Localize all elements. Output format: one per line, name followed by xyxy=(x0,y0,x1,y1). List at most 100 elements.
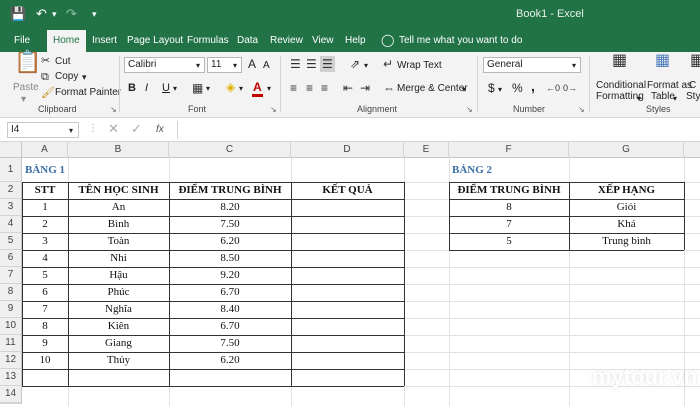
align-left-icon[interactable]: ≡ xyxy=(290,82,297,94)
conditional-formatting-dropdown-icon[interactable]: ▾ xyxy=(637,93,641,105)
table-cell[interactable]: 7 xyxy=(22,301,68,318)
font-size-dropdown-icon[interactable]: ▾ xyxy=(233,60,237,72)
table-cell[interactable]: 6.20 xyxy=(169,352,291,369)
column-header[interactable]: E xyxy=(404,142,449,158)
row-header[interactable]: 3 xyxy=(0,199,22,216)
table-cell[interactable]: 9 xyxy=(22,335,68,352)
table-cell[interactable]: 6 xyxy=(22,284,68,301)
merge-dropdown-icon[interactable]: ▾ xyxy=(462,84,466,96)
redo-icon[interactable]: ↷ xyxy=(66,6,77,22)
tab-file[interactable]: File xyxy=(14,34,30,48)
row-header[interactable]: 11 xyxy=(0,335,22,352)
column-header[interactable] xyxy=(684,142,700,158)
table-cell[interactable]: Bình xyxy=(68,216,169,233)
tab-home[interactable]: Home xyxy=(47,30,86,52)
borders-icon[interactable]: ▦ xyxy=(192,82,203,94)
comma-button[interactable]: , xyxy=(531,79,535,93)
bottom-align-icon[interactable]: ☰ xyxy=(320,56,335,72)
table1-header-name[interactable]: TÊN HỌC SINH xyxy=(68,182,169,199)
row-header[interactable]: 8 xyxy=(0,284,22,301)
table-cell[interactable]: 1 xyxy=(22,199,68,216)
table-cell[interactable]: 8.20 xyxy=(169,199,291,216)
table-cell[interactable]: 8 xyxy=(449,199,569,216)
row-header[interactable]: 7 xyxy=(0,267,22,284)
tab-view[interactable]: View xyxy=(312,34,334,48)
increase-indent-icon[interactable]: ⇥ xyxy=(360,82,370,94)
table-cell[interactable]: 6.70 xyxy=(169,318,291,335)
table-cell[interactable]: 6.70 xyxy=(169,284,291,301)
percent-button[interactable]: % xyxy=(512,82,523,94)
align-right-icon[interactable]: ≡ xyxy=(321,82,328,94)
cancel-icon[interactable]: ✕ xyxy=(108,122,119,135)
row-header[interactable]: 10 xyxy=(0,318,22,335)
font-color-dropdown-icon[interactable]: ▾ xyxy=(267,83,271,95)
align-center-icon[interactable]: ≡ xyxy=(306,82,313,94)
top-align-icon[interactable]: ☰ xyxy=(290,58,301,70)
table-cell[interactable]: 8 xyxy=(22,318,68,335)
column-header[interactable]: D xyxy=(291,142,404,158)
table-cell[interactable]: 7.50 xyxy=(169,216,291,233)
font-name-dropdown-icon[interactable]: ▾ xyxy=(196,60,200,72)
orientation-icon[interactable]: ⇗ xyxy=(350,58,360,70)
column-header[interactable]: F xyxy=(449,142,569,158)
undo-icon[interactable]: ↶ xyxy=(36,6,47,22)
name-box-dropdown-icon[interactable]: ▾ xyxy=(69,125,73,137)
table-cell[interactable]: 8.50 xyxy=(169,250,291,267)
table-cell[interactable]: 8.40 xyxy=(169,301,291,318)
row-header[interactable]: 4 xyxy=(0,216,22,233)
table-cell[interactable]: 6.20 xyxy=(169,233,291,250)
table-cell[interactable]: Nghĩa xyxy=(68,301,169,318)
table-cell[interactable]: Phúc xyxy=(68,284,169,301)
table-cell[interactable]: 3 xyxy=(22,233,68,250)
table1-header-score[interactable]: ĐIỂM TRUNG BÌNH xyxy=(169,182,291,199)
column-header[interactable]: C xyxy=(169,142,291,158)
tab-review[interactable]: Review xyxy=(270,34,303,48)
paste-icon[interactable]: 📋 xyxy=(14,51,41,73)
table-cell[interactable]: 5 xyxy=(22,267,68,284)
row-header[interactable]: 1 xyxy=(0,158,22,182)
table-cell[interactable]: Kiên xyxy=(68,318,169,335)
table1-header-stt[interactable]: STT xyxy=(22,182,68,199)
tell-me-input[interactable]: Tell me what you want to do xyxy=(399,34,522,48)
table1-header-result[interactable]: KẾT QUẢ xyxy=(291,182,404,199)
formula-input[interactable] xyxy=(177,121,700,139)
table-cell[interactable]: Trung bình xyxy=(569,233,684,250)
number-format-select[interactable]: General xyxy=(483,57,581,73)
tab-formulas[interactable]: Formulas xyxy=(187,34,229,48)
italic-button[interactable]: I xyxy=(145,82,148,94)
table-cell[interactable]: Toàn xyxy=(68,233,169,250)
shrink-font-button[interactable]: A xyxy=(263,60,270,72)
tab-page-layout[interactable]: Page Layout xyxy=(127,34,183,48)
column-header[interactable]: B xyxy=(68,142,169,158)
underline-button[interactable]: U xyxy=(162,82,170,94)
table-cell[interactable]: Giỏi xyxy=(569,199,684,216)
table-cell[interactable]: Khá xyxy=(569,216,684,233)
table-cell[interactable]: Thủy xyxy=(68,352,169,369)
save-icon[interactable]: 💾 xyxy=(10,6,26,22)
decrease-decimal-icon[interactable]: 0→ xyxy=(563,82,577,94)
merge-center-button[interactable]: Merge & Center xyxy=(397,83,468,95)
wrap-text-button[interactable]: Wrap Text xyxy=(397,60,442,72)
table-cell[interactable]: Hậu xyxy=(68,267,169,284)
fill-color-icon[interactable]: ◈ xyxy=(226,81,235,93)
borders-dropdown-icon[interactable]: ▾ xyxy=(206,83,210,95)
insert-function-button[interactable]: fx xyxy=(156,124,164,136)
column-header[interactable]: A xyxy=(22,142,68,158)
increase-decimal-icon[interactable]: ←0 xyxy=(546,82,560,94)
paste-dropdown-icon[interactable]: ▾ xyxy=(21,94,26,106)
format-painter-button[interactable]: Format Painter xyxy=(55,87,121,99)
tab-data[interactable]: Data xyxy=(237,34,258,48)
table-cell[interactable]: An xyxy=(68,199,169,216)
enter-icon[interactable]: ✓ xyxy=(131,122,142,135)
number-format-dropdown-icon[interactable]: ▾ xyxy=(572,60,576,72)
table-cell[interactable]: Giang xyxy=(68,335,169,352)
copy-dropdown-icon[interactable]: ▾ xyxy=(82,71,87,83)
row-header[interactable]: 2 xyxy=(0,182,22,199)
column-header[interactable]: G xyxy=(569,142,684,158)
table-cell[interactable]: 7.50 xyxy=(169,335,291,352)
row-header[interactable]: 6 xyxy=(0,250,22,267)
orientation-dropdown-icon[interactable]: ▾ xyxy=(364,60,368,72)
clipboard-launcher-icon[interactable]: ↘ xyxy=(110,104,117,116)
row-header[interactable]: 9 xyxy=(0,301,22,318)
table-cell[interactable]: 4 xyxy=(22,250,68,267)
